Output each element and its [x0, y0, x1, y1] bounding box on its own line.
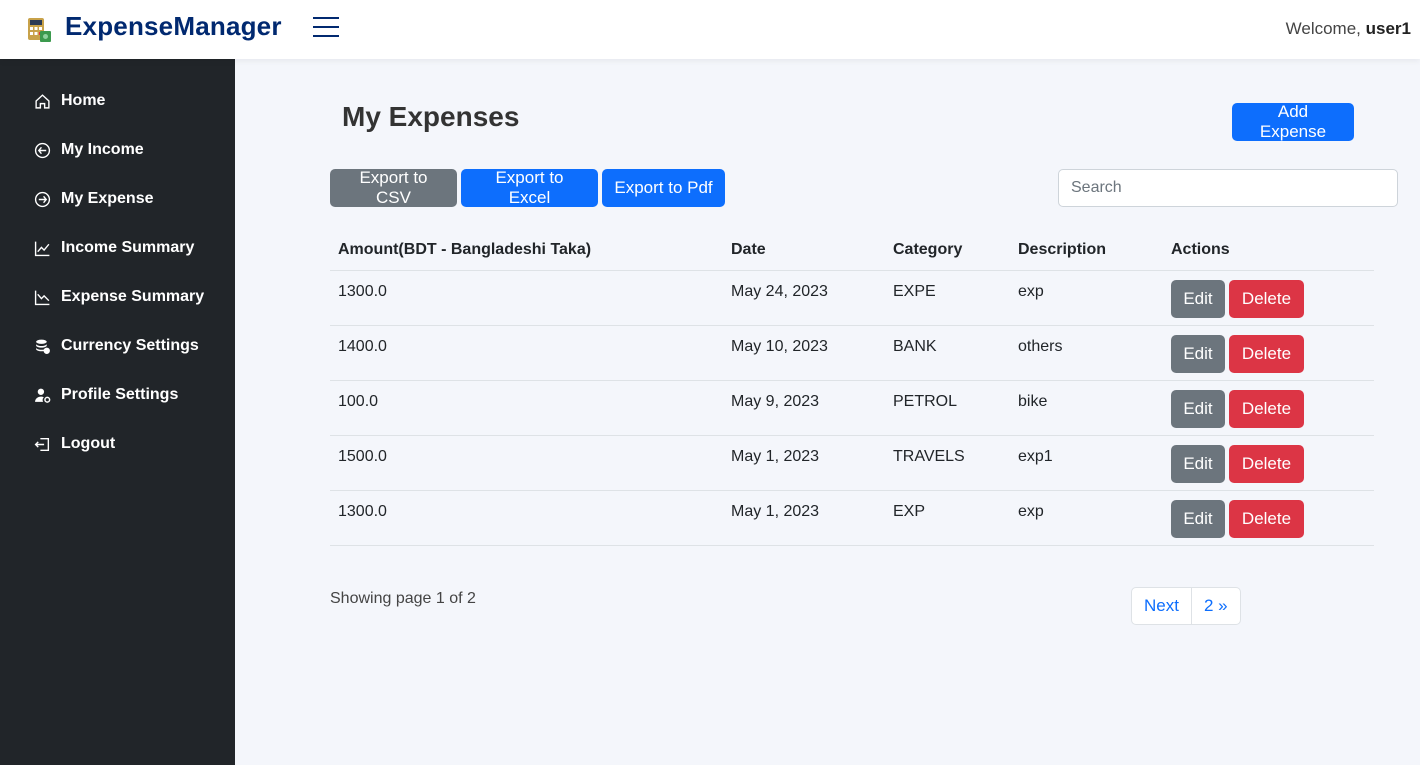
pagination-status: Showing page 1 of 2 [330, 590, 476, 607]
sidebar-item-income-summary[interactable]: Income Summary [34, 236, 194, 260]
edit-button[interactable]: Edit [1171, 390, 1225, 428]
sidebar-item-home[interactable]: Home [34, 89, 105, 113]
cell-category: EXP [893, 503, 926, 520]
pagination: Next 2 » [1131, 587, 1241, 625]
menu-toggle-icon[interactable] [313, 17, 339, 41]
cell-date: May 1, 2023 [731, 448, 820, 465]
sidebar-item-profile-settings[interactable]: Profile Settings [34, 383, 178, 407]
column-header-actions: Actions [1171, 241, 1230, 258]
cell-category: EXPE [893, 283, 936, 300]
table-row: 1300.0 May 1, 2023 EXP exp Edit Delete [330, 491, 1374, 546]
sidebar-item-expense-summary[interactable]: Expense Summary [34, 285, 204, 309]
sidebar-item-my-expense[interactable]: My Expense [34, 187, 153, 211]
add-expense-button[interactable]: Add Expense [1232, 102, 1354, 141]
cell-description: others [1018, 338, 1063, 355]
edit-button[interactable]: Edit [1171, 335, 1225, 373]
export-csv-button[interactable]: Export to CSV [330, 168, 457, 207]
arrow-left-circle-icon [34, 142, 51, 158]
page-2-link[interactable]: 2 » [1190, 588, 1240, 624]
delete-button[interactable]: Delete [1229, 445, 1304, 483]
cell-category: PETROL [893, 393, 958, 410]
user-gear-icon [35, 388, 51, 403]
table-row: 1500.0 May 1, 2023 TRAVELS exp1 Edit Del… [330, 436, 1374, 491]
home-icon [35, 93, 50, 109]
sidebar: Home My Income My Expense Income Summary… [0, 59, 235, 765]
cell-category: BANK [893, 338, 937, 355]
export-excel-button[interactable]: Export to Excel [461, 168, 598, 207]
next-page-link[interactable]: Next [1132, 588, 1191, 624]
edit-button[interactable]: Edit [1171, 280, 1225, 318]
top-bar: ExpenseManager Welcome, user1 [0, 0, 1420, 59]
cell-amount: 1300.0 [338, 283, 387, 300]
sidebar-item-logout[interactable]: Logout [34, 432, 115, 456]
export-pdf-button[interactable]: Export to Pdf [602, 169, 725, 207]
sidebar-item-label: My Income [61, 141, 144, 158]
sidebar-item-label: Currency Settings [61, 337, 199, 354]
cell-description: exp [1018, 503, 1044, 520]
table-row: 100.0 May 9, 2023 PETROL bike Edit Delet… [330, 381, 1374, 436]
cell-category: TRAVELS [893, 448, 965, 465]
table-row: 1300.0 May 24, 2023 EXPE exp Edit Delete [330, 271, 1374, 326]
sidebar-item-label: Profile Settings [61, 386, 179, 403]
calculator-money-logo-icon [28, 18, 51, 42]
graph-up-icon [34, 241, 50, 256]
table-row: 1400.0 May 10, 2023 BANK others Edit Del… [330, 326, 1374, 381]
column-header-description: Description [1018, 241, 1107, 258]
welcome-prefix: Welcome, [1285, 19, 1366, 38]
column-header-amount: Amount(BDT - Bangladeshi Taka) [338, 241, 592, 258]
cell-date: May 24, 2023 [731, 283, 828, 300]
edit-button[interactable]: Edit [1171, 500, 1225, 538]
column-header-date: Date [731, 241, 766, 258]
username[interactable]: user1 [1366, 19, 1411, 38]
sidebar-item-label: My Expense [61, 190, 154, 207]
cell-amount: 1500.0 [338, 448, 387, 465]
cell-description: exp [1018, 283, 1044, 300]
table-header: Amount(BDT - Bangladeshi Taka) Date Cate… [330, 230, 1374, 271]
edit-button[interactable]: Edit [1171, 445, 1225, 483]
delete-button[interactable]: Delete [1229, 500, 1304, 538]
main-content: My Expenses Add Expense Export to CSV Ex… [235, 59, 1420, 765]
page-title: My Expenses [342, 101, 520, 132]
logout-icon [34, 437, 50, 451]
welcome-message: Welcome, user1 [1286, 19, 1411, 39]
cell-date: May 1, 2023 [731, 503, 820, 520]
delete-button[interactable]: Delete [1229, 390, 1304, 428]
sidebar-item-label: Income Summary [61, 239, 195, 256]
delete-button[interactable]: Delete [1229, 335, 1304, 373]
sidebar-item-label: Home [61, 92, 106, 109]
cell-amount: 1400.0 [338, 338, 387, 355]
sidebar-item-label: Expense Summary [61, 288, 205, 305]
cell-date: May 10, 2023 [731, 338, 828, 355]
cell-amount: 1300.0 [338, 503, 387, 520]
expenses-table: Amount(BDT - Bangladeshi Taka) Date Cate… [330, 230, 1374, 546]
sidebar-item-my-income[interactable]: My Income [34, 138, 144, 162]
cell-description: exp1 [1018, 448, 1053, 465]
search-input[interactable] [1058, 169, 1398, 207]
coins-icon [36, 339, 50, 354]
cell-description: bike [1018, 393, 1048, 410]
app-brand[interactable]: ExpenseManager [65, 11, 282, 42]
delete-button[interactable]: Delete [1229, 280, 1304, 318]
arrow-right-circle-icon [34, 191, 51, 207]
sidebar-item-currency-settings[interactable]: Currency Settings [34, 334, 199, 358]
sidebar-item-label: Logout [61, 435, 116, 452]
column-header-category: Category [893, 241, 963, 258]
cell-date: May 9, 2023 [731, 393, 820, 410]
cell-amount: 100.0 [338, 393, 379, 410]
graph-down-icon [34, 290, 50, 305]
